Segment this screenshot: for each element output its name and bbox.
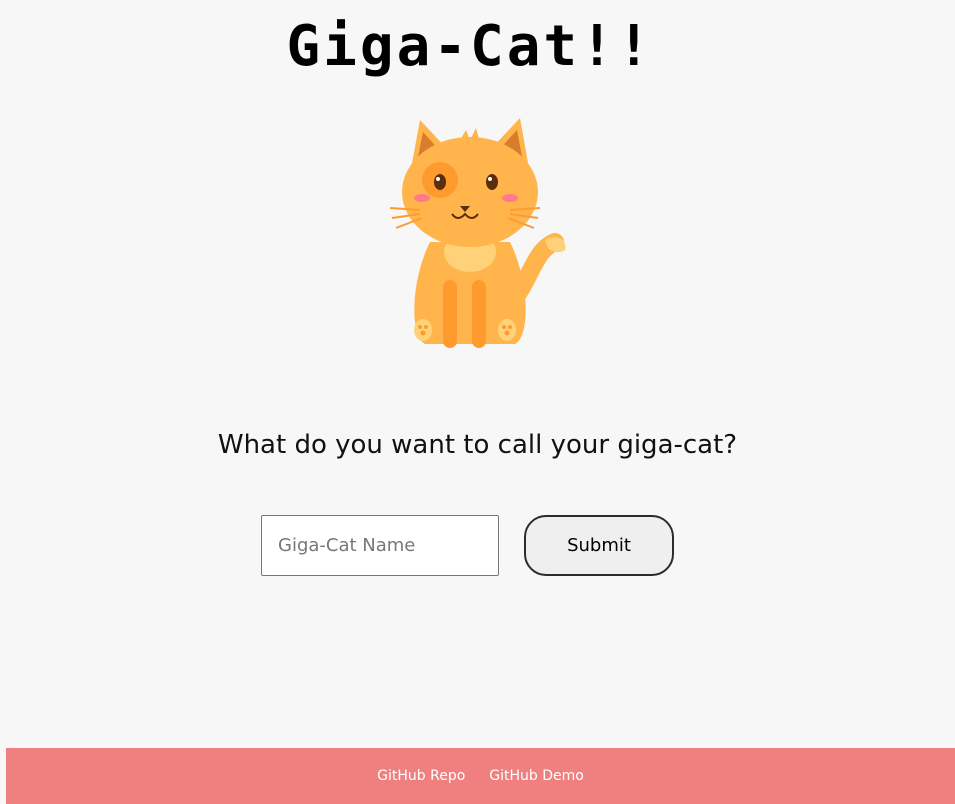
cat-illustration-icon [389,118,566,348]
cat-name-input[interactable] [261,515,499,576]
page-title: Giga-Cat!! [286,14,654,79]
footer: GitHub Repo GitHub Demo [6,748,955,804]
submit-button[interactable]: Submit [524,515,674,576]
page: Giga-Cat!! What do you want to call your… [0,0,955,804]
github-demo-link[interactable]: GitHub Demo [489,768,584,784]
github-repo-link[interactable]: GitHub Repo [377,768,465,784]
name-prompt: What do you want to call your giga-cat? [217,430,738,460]
